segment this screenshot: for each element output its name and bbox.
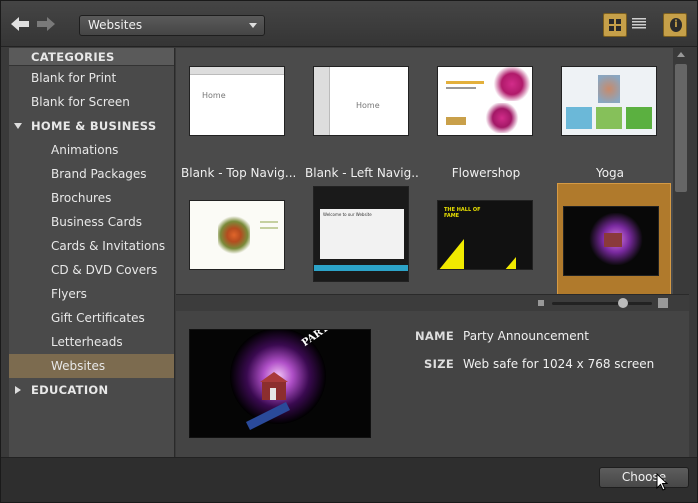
sidebar-item-label: EDUCATION [31,383,109,397]
category-list: Blank for Print Blank for Screen HOME & BU… [9,66,174,402]
template-thumbnail [563,206,659,276]
sidebar-item-blank-for-screen[interactable]: Blank for Screen [9,90,174,114]
size-value: Web safe for 1024 x 768 screen [463,357,655,371]
template-label: Blank - Top Navig... [181,166,295,180]
thumbnail-zoom-bar [176,294,689,311]
template-tile-6[interactable]: Welcome to our Website [305,180,419,294]
template-label: Yoga [595,166,625,180]
thumbnail-text: Welcome to our Website [323,212,372,217]
template-chooser-window: Websites i CATEGORIES Blank for Print Bl… [0,0,698,503]
sidebar-item-websites[interactable]: Websites [9,354,174,378]
template-label: Blank - Left Navig... [305,166,419,180]
sidebar-item-letterheads[interactable]: Letterheads [9,330,174,354]
template-thumbnail: Welcome to our Website [313,186,409,282]
sidebar-item-label: Cards & Invitations [51,239,166,253]
footer-bar: Choose [1,457,697,502]
chevron-down-icon [249,23,257,28]
sidebar-item-cards-invitations[interactable]: Cards & Invitations [9,234,174,258]
sidebar-item-label: Animations [51,143,119,157]
template-tile-7[interactable]: THE HALL OF FAME [429,180,543,294]
template-tile-5[interactable] [181,180,295,294]
gallery-scrollbar[interactable] [673,48,689,294]
zoom-slider-track[interactable] [552,302,652,305]
template-thumbnail [189,200,285,270]
sidebar-item-animations[interactable]: Animations [9,138,174,162]
template-details-panel: PARTY IN THE HOUSE NAME Party Announceme… [176,311,689,457]
sidebar-item-label: Brand Packages [51,167,147,181]
scroll-up-icon[interactable] [677,52,685,57]
sidebar-item-business-cards[interactable]: Business Cards [9,210,174,234]
category-dropdown[interactable]: Websites [79,15,265,36]
sidebar-item-brand-packages[interactable]: Brand Packages [9,162,174,186]
sidebar-item-label: Business Cards [51,215,143,229]
template-tile-party-announcement[interactable] [557,183,671,294]
template-thumbnail [561,66,657,136]
template-thumbnail [437,66,533,136]
sidebar-item-label: HOME & BUSINESS [31,119,157,133]
name-key: NAME [414,329,454,343]
info-icon[interactable]: i [663,13,687,37]
size-key: SIZE [424,357,454,371]
sidebar-item-label: Gift Certificates [51,311,145,325]
arrow-left-icon[interactable] [9,13,31,35]
thumbnail-text: Home [202,91,226,100]
sidebar-item-flyers[interactable]: Flyers [9,282,174,306]
categories-header: CATEGORIES [9,48,174,66]
choose-button[interactable]: Choose [599,467,689,488]
template-preview-image: PARTY IN THE HOUSE [189,329,371,438]
sidebar-item-blank-for-print[interactable]: Blank for Print [9,66,174,90]
category-dropdown-value: Websites [88,18,143,32]
template-label: Flowershop [451,166,521,180]
template-tile-blank-left[interactable]: Home Blank - Left Navig... [305,56,419,180]
template-tile-yoga[interactable]: Yoga [553,56,667,180]
zoom-slider-handle[interactable] [618,298,628,308]
sidebar-item-cd-dvd-covers[interactable]: CD & DVD Covers [9,258,174,282]
sidebar-item-brochures[interactable]: Brochures [9,186,174,210]
sidebar-item-label: Letterheads [51,335,123,349]
zoom-large-icon[interactable] [658,298,668,308]
template-tile-flowershop[interactable]: Flowershop [429,56,543,180]
sidebar-item-gift-certificates[interactable]: Gift Certificates [9,306,174,330]
zoom-small-icon[interactable] [538,300,544,306]
sidebar-item-home-business[interactable]: HOME & BUSINESS [9,114,174,138]
grid-view-icon[interactable] [603,13,627,37]
arrow-right-icon[interactable] [35,13,57,35]
category-sidebar: CATEGORIES Blank for Print Blank for Scre… [9,48,175,457]
sidebar-item-label: Blank for Screen [31,95,130,109]
template-thumbnail: THE HALL OF FAME [437,200,533,270]
sidebar-item-education[interactable]: EDUCATION [9,378,174,402]
name-value: Party Announcement [463,329,589,343]
sidebar-item-label: Flyers [51,287,87,301]
template-gallery: Home Blank - Top Navig... Home Blank - L… [176,48,673,294]
sidebar-item-label: Websites [51,359,106,373]
thumbnail-text: Home [356,101,380,110]
template-thumbnail: Home [313,66,409,136]
sidebar-item-label: CD & DVD Covers [51,263,158,277]
template-thumbnail: Home [189,66,285,136]
list-view-icon[interactable] [632,15,650,35]
sidebar-item-label: Blank for Print [31,71,117,85]
scrollbar-thumb[interactable] [675,64,687,192]
chevron-down-icon[interactable] [14,123,22,129]
sidebar-item-label: Brochures [51,191,112,205]
mouse-cursor-icon [656,473,668,491]
template-tile-blank-top[interactable]: Home Blank - Top Navig... [181,56,295,180]
toolbar: Websites i [1,1,697,47]
info-glyph: i [670,18,682,32]
chevron-right-icon[interactable] [15,386,21,394]
